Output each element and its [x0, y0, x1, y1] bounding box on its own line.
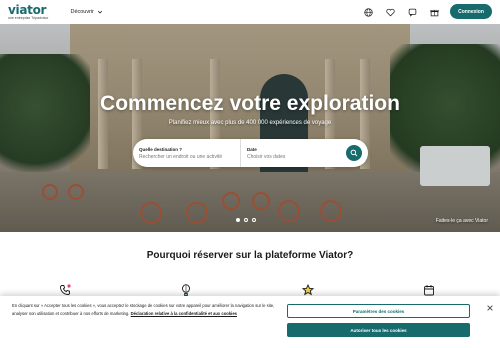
- why-section-title: Pourquoi réserver sur la plateforme Viat…: [146, 250, 354, 261]
- hero-subtitle: Planifiez mieux avec plus de 400 000 exp…: [168, 120, 332, 126]
- search-button[interactable]: [346, 145, 362, 161]
- balloon-icon: [180, 283, 192, 296]
- carousel-dots: [236, 218, 256, 222]
- chat-icon[interactable]: [406, 6, 418, 18]
- discover-menu[interactable]: Découvrir: [70, 9, 103, 15]
- discover-label: Découvrir: [70, 9, 95, 15]
- destination-label: Quelle destination ?: [139, 146, 183, 152]
- date-input[interactable]: Choisir vos dates: [247, 154, 341, 160]
- star-icon: [301, 283, 315, 296]
- destination-field[interactable]: Quelle destination ? Rechercher un endro…: [133, 139, 241, 167]
- carousel-dot[interactable]: [236, 218, 240, 222]
- cookie-message: En cliquant sur « Accepter tous les cook…: [12, 302, 277, 318]
- date-label: Date: [247, 146, 257, 152]
- search-bar: Quelle destination ? Rechercher un endro…: [133, 139, 368, 167]
- search-icon: [350, 149, 358, 157]
- logo-tagline: une entreprise Tripadvisor: [8, 15, 49, 20]
- carousel-dot[interactable]: [252, 218, 256, 222]
- accept-cookies-button[interactable]: Autoriser tous les cookies: [287, 323, 470, 337]
- cookie-settings-button[interactable]: Paramètres des cookies: [287, 304, 470, 318]
- logo-wordmark: viator: [8, 2, 47, 17]
- privacy-policy-link[interactable]: Déclaration relative à la confidentialit…: [131, 311, 237, 316]
- viator-logo[interactable]: viator une entreprise Tripadvisor: [8, 4, 48, 21]
- gift-icon[interactable]: [428, 6, 440, 18]
- calendar-icon: [423, 283, 435, 296]
- chevron-down-icon: [97, 10, 103, 14]
- hero-credit: Faites-le ça avec Viator: [435, 218, 488, 224]
- close-icon[interactable]: [486, 299, 494, 311]
- phone-icon: [59, 283, 71, 295]
- login-button[interactable]: Connexion: [450, 4, 492, 19]
- globe-icon[interactable]: [362, 6, 374, 18]
- hero-banner: Commencez votre exploration Planifiez mi…: [0, 24, 500, 232]
- cookie-banner: En cliquant sur « Accepter tous les cook…: [0, 296, 500, 348]
- destination-input[interactable]: Rechercher un endroit ou une activité: [139, 154, 240, 160]
- heart-icon[interactable]: [384, 6, 396, 18]
- top-navbar: viator une entreprise Tripadvisor Découv…: [0, 0, 500, 24]
- hero-title: Commencez votre exploration: [100, 92, 400, 115]
- carousel-dot[interactable]: [244, 218, 248, 222]
- date-field[interactable]: Date Choisir vos dates: [241, 139, 341, 167]
